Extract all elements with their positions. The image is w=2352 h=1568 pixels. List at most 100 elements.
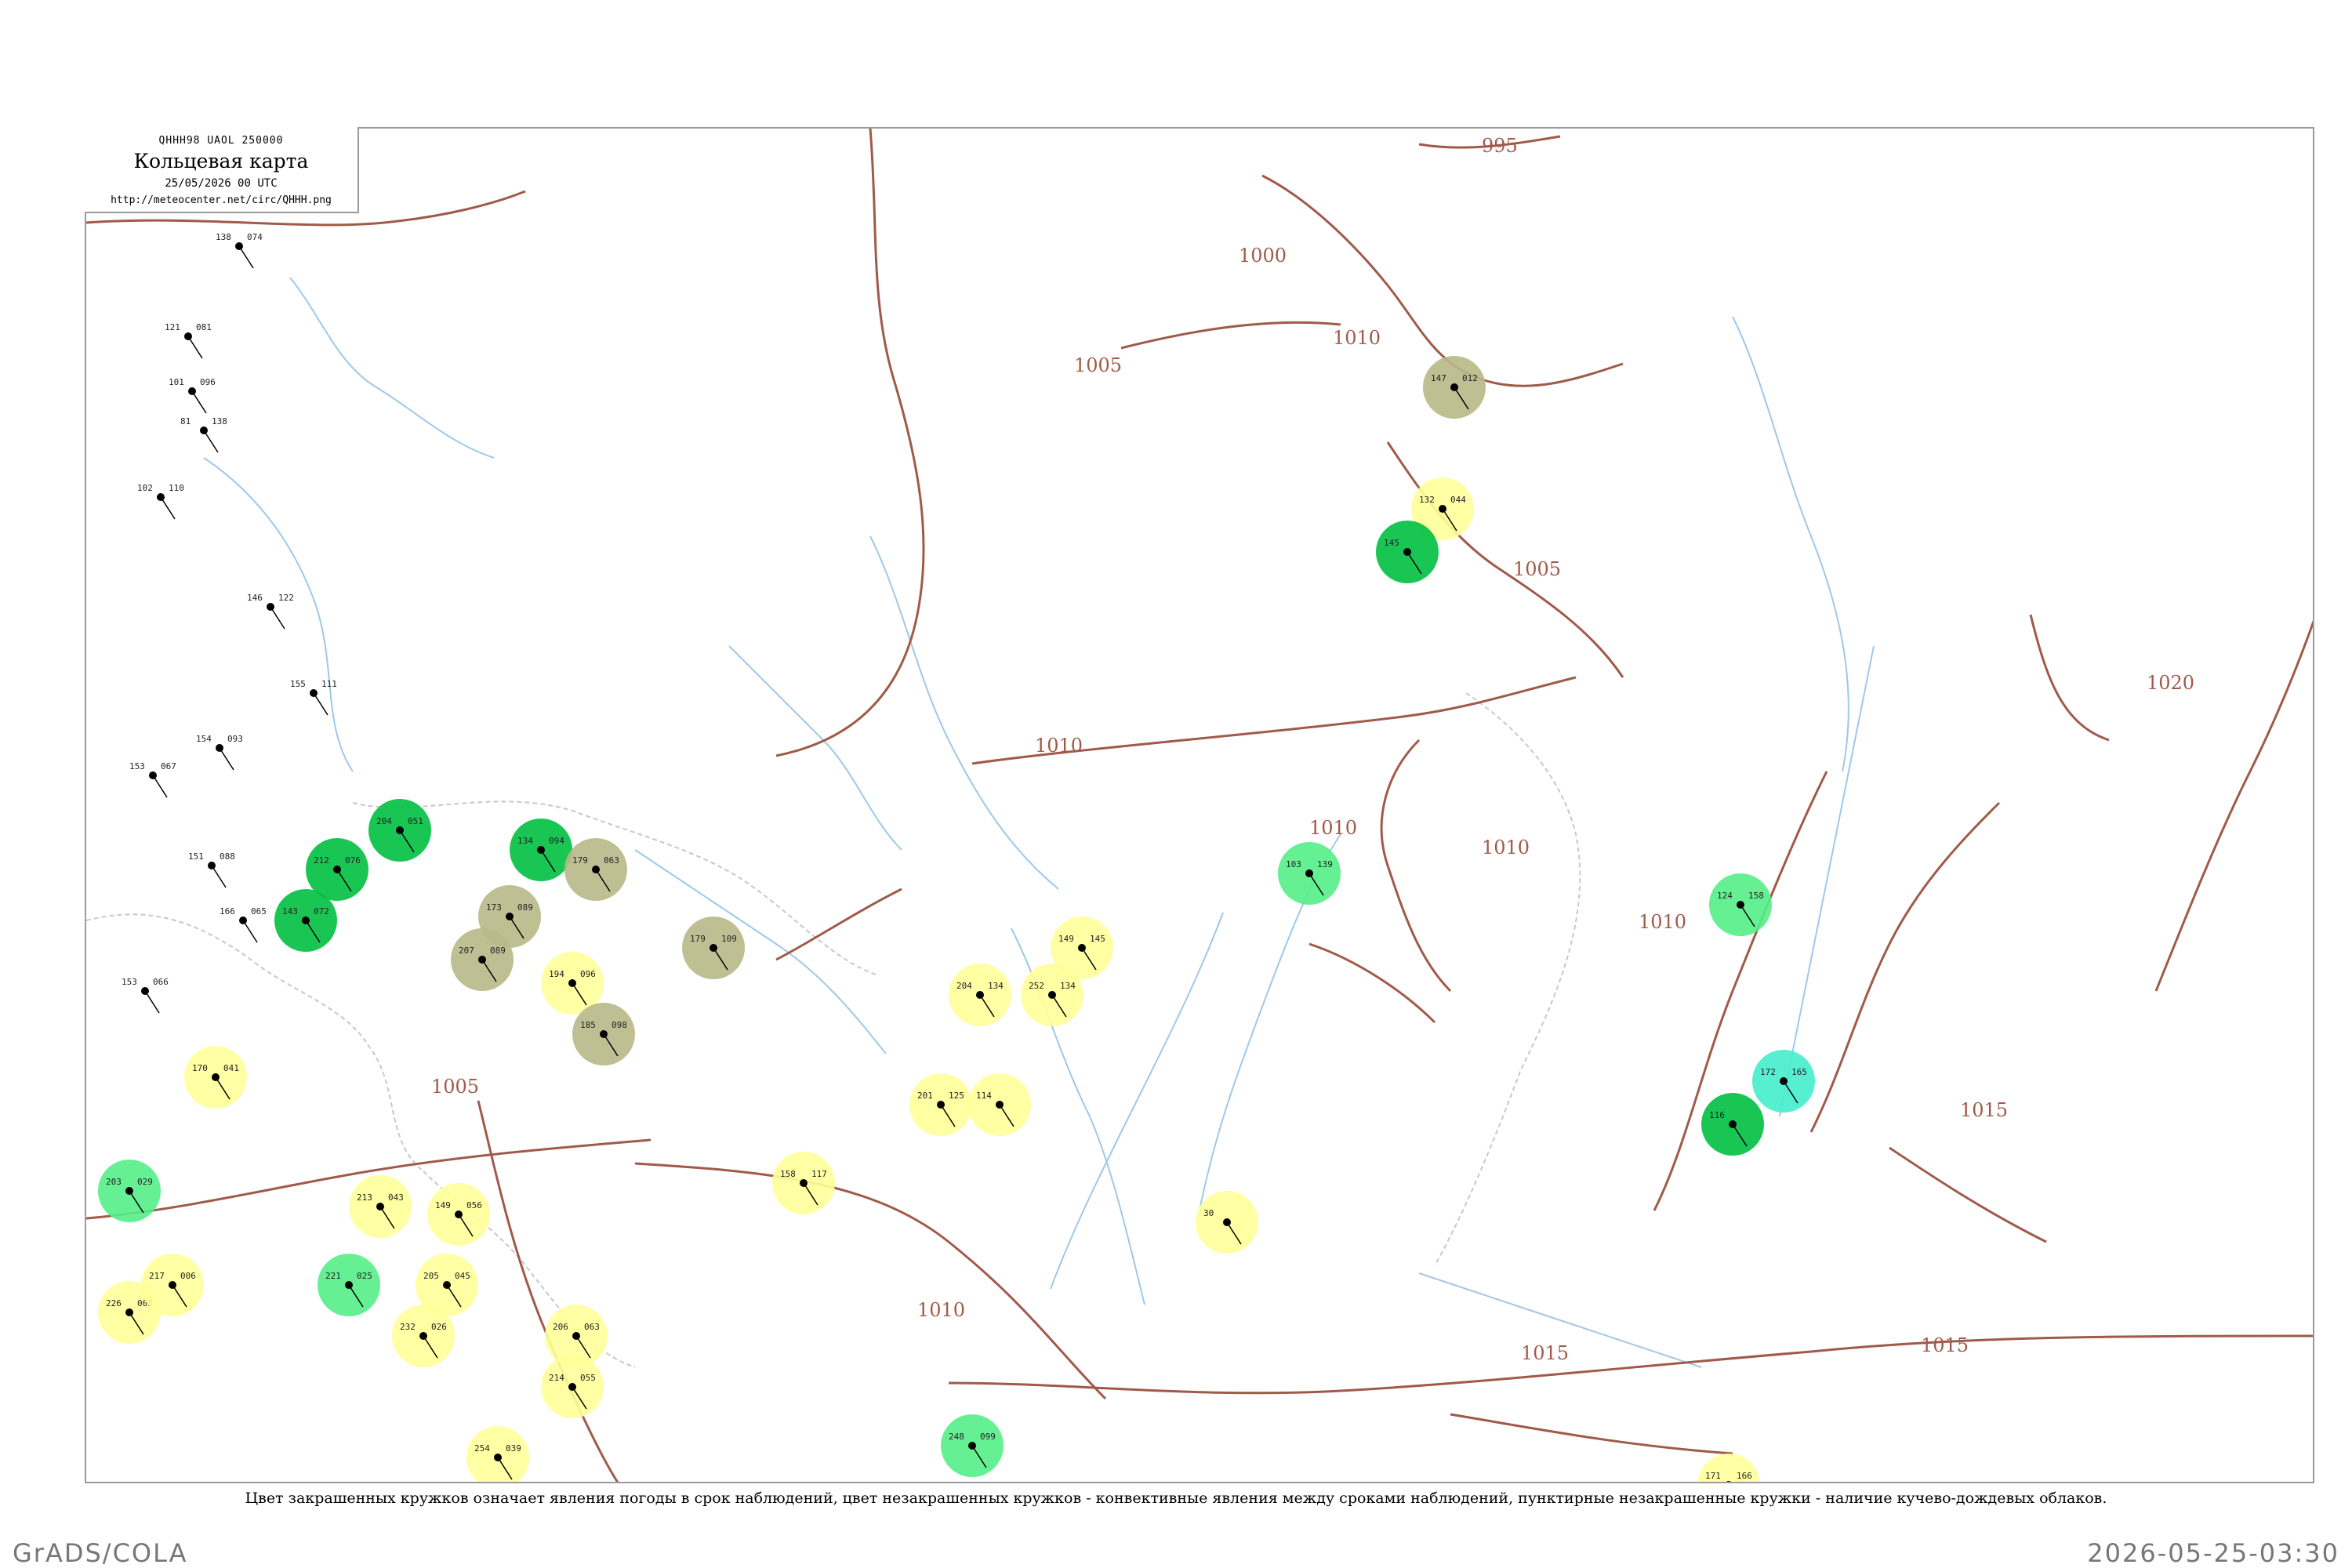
- station-plot: 158 117: [772, 1152, 835, 1214]
- isobar-line: [1261, 174, 1624, 387]
- isobar-label: 1010: [1035, 735, 1083, 757]
- station-temp: 204: [376, 816, 392, 826]
- river-line: [1779, 645, 1875, 1117]
- station-plot: 201 125: [909, 1073, 972, 1136]
- station-temp: 124: [1717, 891, 1733, 901]
- station-plot: 221 025: [318, 1254, 380, 1316]
- isobar-line: [1809, 801, 2001, 1133]
- station-pressure: 081: [196, 322, 212, 332]
- station-pressure: 096: [200, 377, 216, 387]
- isobar-line: [2154, 619, 2313, 992]
- station-pressure: 110: [169, 483, 184, 493]
- station-pressure: 006: [180, 1271, 196, 1281]
- station-plot: 134 094: [510, 818, 572, 881]
- station-pressure: 012: [1462, 373, 1478, 383]
- station-pressure: 111: [321, 679, 337, 689]
- wind-barb: [191, 390, 207, 414]
- river-line: [869, 535, 1059, 890]
- map-date: 25/05/2026 00 UTC: [165, 177, 278, 190]
- station-plot: 217 006: [141, 1254, 204, 1316]
- station-pressure: 045: [455, 1271, 470, 1281]
- isobar-line: [2029, 614, 2110, 742]
- station-plot: 154 093: [196, 734, 243, 771]
- isobar-line: [634, 1162, 1107, 1400]
- isobar-line: [775, 887, 902, 961]
- station-plot: 146 122: [247, 593, 294, 630]
- station-plot: 30: [1196, 1191, 1258, 1254]
- station-temp: 213: [357, 1192, 372, 1203]
- isobar-labels: 995 1000 1005 1005 1005 1010 1010 1010 1010 1010 1…: [431, 135, 2194, 1364]
- isobar-label: 1010: [1333, 327, 1381, 349]
- station-pressure: 051: [408, 816, 423, 826]
- station-pressure: 041: [223, 1063, 239, 1073]
- station-pressure: 039: [506, 1443, 521, 1454]
- wind-barb: [144, 990, 160, 1014]
- station-plot: 151 088: [188, 851, 235, 888]
- station-plot: 207 089: [451, 928, 514, 991]
- map-code: QHHH98 UAOL 250000: [158, 135, 284, 147]
- isobar-line: [1380, 739, 1452, 993]
- station-temp: 132: [1419, 495, 1435, 505]
- station-pressure: 166: [1737, 1471, 1752, 1481]
- station-temp: 147: [1431, 373, 1446, 383]
- station-plot: 185 098: [572, 1003, 635, 1065]
- station-plot: 204 134: [949, 964, 1011, 1026]
- station-plot: 145: [1376, 521, 1439, 583]
- station-plot: 101 096: [169, 377, 216, 414]
- station-temp: 153: [122, 977, 137, 987]
- wind-barb: [238, 245, 254, 269]
- station-temp: 226: [106, 1298, 122, 1308]
- wind-barb: [211, 865, 227, 888]
- wind-barb: [313, 692, 328, 716]
- station-pressure: 089: [490, 946, 506, 956]
- station-pressure: 117: [811, 1169, 827, 1179]
- station-pressure: 134: [988, 981, 1004, 991]
- station-pressure: 043: [388, 1192, 404, 1203]
- isobar-line: [1450, 1413, 1733, 1455]
- station-plot: 81 138: [180, 416, 227, 453]
- station-plots: 138 074 121 081 101 096 81 138 102 110 146 122 155 11…: [98, 232, 1815, 1482]
- station-pressure: 056: [466, 1200, 482, 1210]
- isobar-label: 995: [1482, 135, 1518, 157]
- station-temp: 153: [129, 761, 145, 771]
- station-temp: 207: [459, 946, 474, 956]
- isobar-label: 1020: [2147, 672, 2194, 694]
- isobar-label: 1005: [431, 1076, 479, 1098]
- wind-barb: [152, 775, 168, 798]
- map-frame: 995 1000 1005 1005 1005 1010 1010 1010 1010 1010 1…: [85, 127, 2314, 1483]
- isobar-label: 1000: [1239, 245, 1287, 267]
- station-plot: 254 039: [466, 1426, 529, 1482]
- station-pressure: 158: [1748, 891, 1764, 901]
- legend-caption: Цвет закрашенных кружков означает явлени…: [245, 1490, 2107, 1507]
- station-temp: 221: [325, 1271, 341, 1281]
- station-temp: 179: [690, 934, 706, 944]
- station-pressure: 089: [517, 902, 533, 913]
- station-pressure: 067: [161, 761, 176, 771]
- station-pressure: 145: [1090, 934, 1105, 944]
- station-pressure: 055: [580, 1373, 596, 1383]
- station-pressure: 125: [949, 1091, 964, 1101]
- station-temp: 206: [553, 1322, 568, 1332]
- isobar-label: 1015: [1960, 1099, 2008, 1121]
- station-pressure: 165: [1791, 1067, 1807, 1077]
- river-line: [203, 457, 354, 772]
- station-pressure: 109: [721, 934, 737, 944]
- synoptic-map: 9951000100510051005101010101010101010101…: [86, 129, 2313, 1482]
- river-line: [728, 645, 902, 851]
- station-plot: 153 066: [122, 977, 169, 1014]
- station-temp: 203: [106, 1177, 122, 1187]
- station-plot: 149 056: [427, 1183, 490, 1246]
- station-temp: 154: [196, 734, 212, 744]
- isobar-line: [477, 1100, 619, 1482]
- station-plot: 213 043: [349, 1175, 412, 1238]
- station-temp: 103: [1286, 859, 1301, 869]
- station-plot: 171 166: [1697, 1454, 1760, 1482]
- station-pressure: 098: [612, 1020, 627, 1030]
- isobar-label: 1010: [1309, 817, 1357, 839]
- station-plot: 147 012: [1423, 356, 1486, 419]
- isobar-label: 1010: [917, 1299, 965, 1321]
- station-temp: 194: [549, 969, 564, 979]
- isobar-label: 1005: [1074, 354, 1122, 376]
- map-url: http://meteocenter.net/circ/QHHH.png: [111, 194, 332, 206]
- isobar-label: 1010: [1482, 837, 1530, 858]
